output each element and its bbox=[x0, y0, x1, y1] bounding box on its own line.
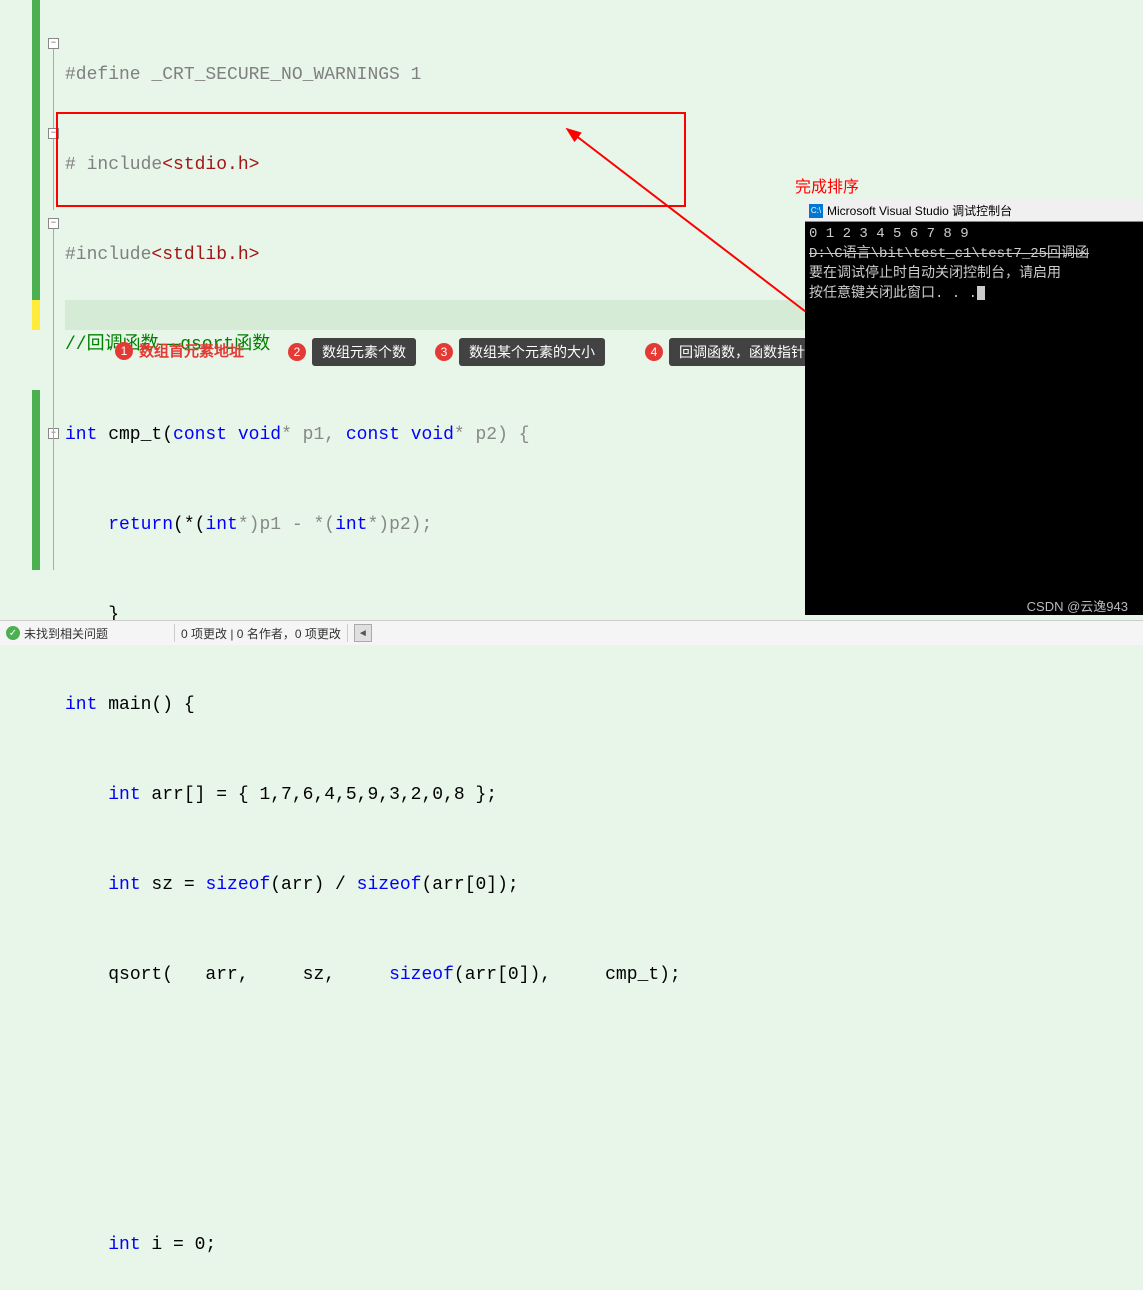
console-title-text: Microsoft Visual Studio 调试控制台 bbox=[827, 202, 1012, 219]
badge-icon: 3 bbox=[435, 343, 453, 361]
annotation-1: 1 数组首元素地址 bbox=[115, 340, 244, 361]
gutter: − − − − bbox=[0, 0, 65, 615]
debug-console[interactable]: C:\ Microsoft Visual Studio 调试控制台 0 1 2 … bbox=[805, 200, 1143, 615]
cursor-icon bbox=[977, 286, 985, 300]
fold-icon[interactable]: − bbox=[48, 38, 59, 49]
watermark: CSDN @云逸943 bbox=[1027, 596, 1128, 615]
console-output: 0 1 2 3 4 5 6 7 8 9 D:\C语言\bit\test_c1\t… bbox=[805, 222, 1143, 306]
result-label: 完成排序 bbox=[795, 173, 859, 197]
check-icon: ✓ bbox=[6, 626, 20, 640]
badge-icon: 4 bbox=[645, 343, 663, 361]
annotation-4: 4 回调函数，函数指针 bbox=[645, 338, 815, 366]
status-changes: 0 项更改 | 0 名作者，0 项更改 bbox=[181, 625, 341, 642]
badge-icon: 1 bbox=[115, 342, 133, 360]
vs-icon: C:\ bbox=[809, 204, 823, 218]
fold-icon[interactable]: − bbox=[48, 218, 59, 229]
status-issues: 未找到相关问题 bbox=[24, 625, 108, 642]
annotation-2: 2 数组元素个数 bbox=[288, 338, 416, 366]
badge-icon: 2 bbox=[288, 343, 306, 361]
annotation-3: 3 数组某个元素的大小 bbox=[435, 338, 605, 366]
code-highlight-box bbox=[56, 112, 686, 207]
code-editor[interactable]: − − − − #define _CRT_SECURE_NO_WARNINGS … bbox=[0, 0, 805, 615]
status-bar: ✓ 未找到相关问题 0 项更改 | 0 名作者，0 项更改 ◄ bbox=[0, 620, 1143, 645]
console-titlebar[interactable]: C:\ Microsoft Visual Studio 调试控制台 bbox=[805, 200, 1143, 222]
scroll-left-icon[interactable]: ◄ bbox=[354, 624, 372, 642]
